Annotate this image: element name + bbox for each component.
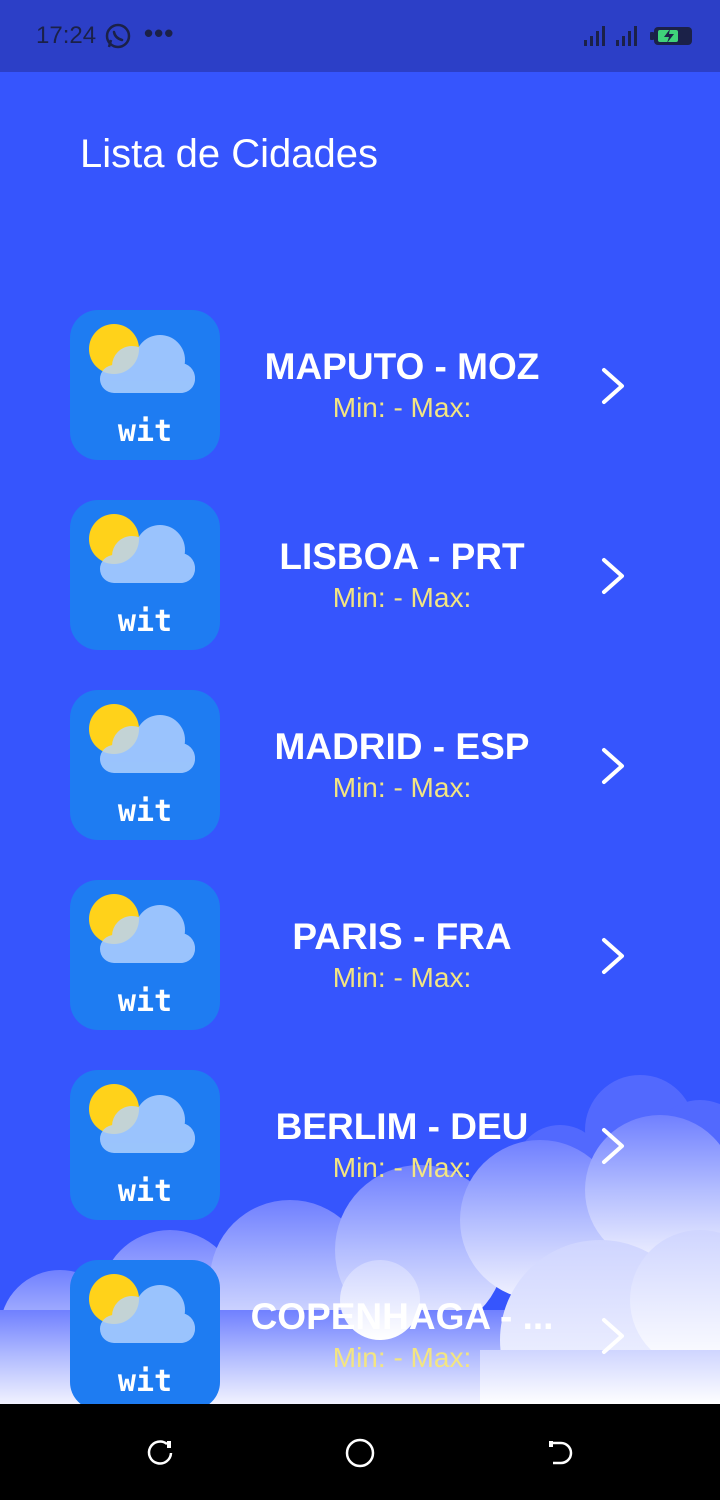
city-name: MAPUTO - MOZ [264,346,540,387]
city-name: COPENHAGA - ... [250,1296,554,1337]
city-temperature-range: Min: - Max: [332,1152,472,1183]
city-name: PARIS - FRA [292,916,512,957]
status-time: 17:24 [36,22,97,49]
app-icon-label: wit [118,1364,172,1399]
city-list-item[interactable]: wit COPENHAGA - ... Min: - Max: [0,1260,720,1404]
city-temperature-range: Min: - Max: [332,1342,472,1373]
city-name: LISBOA - PRT [279,536,525,577]
app-icon-label: wit [118,604,172,639]
weather-app-icon: wit [70,1260,220,1404]
sun-cloud-icon: wit [89,1084,195,1209]
home-icon[interactable] [345,1438,375,1468]
whatsapp-icon [105,23,131,49]
sun-cloud-icon: wit [89,704,195,829]
status-bar: 17:24 ••• [0,0,720,72]
sun-cloud-icon: wit [89,894,195,1019]
city-list-item[interactable]: wit MADRID - ESP Min: - Max: [0,690,720,840]
chevron-right-icon[interactable] [598,1316,628,1356]
city-list-item[interactable]: wit BERLIM - DEU Min: - Max: [0,1070,720,1220]
city-list-item[interactable]: wit PARIS - FRA Min: - Max: [0,880,720,1030]
app-icon-label: wit [118,1174,172,1209]
sun-cloud-icon: wit [89,1274,195,1399]
city-temperature-range: Min: - Max: [332,772,472,803]
city-name: BERLIM - DEU [275,1106,529,1147]
chevron-right-icon[interactable] [598,1126,628,1166]
sun-cloud-icon: wit [89,324,195,449]
app-icon-label: wit [118,794,172,829]
city-temperature-range: Min: - Max: [332,962,472,993]
back-icon[interactable] [545,1438,575,1468]
city-temperature-range: Min: - Max: [332,392,472,423]
city-list-item[interactable]: wit LISBOA - PRT Min: - Max: [0,500,720,650]
sun-cloud-icon: wit [89,514,195,639]
weather-app-icon: wit [70,880,220,1030]
weather-app-icon: wit [70,310,220,460]
city-name: MADRID - ESP [274,726,530,767]
chevron-right-icon[interactable] [598,556,628,596]
chevron-right-icon[interactable] [598,746,628,786]
signal-icon [584,26,605,46]
chevron-right-icon[interactable] [598,366,628,406]
app-icon-label: wit [118,984,172,1019]
recent-apps-icon[interactable] [145,1438,175,1468]
weather-app-icon: wit [70,1070,220,1220]
city-list-item[interactable]: wit MAPUTO - MOZ Min: - Max: [0,310,720,460]
app-icon-label: wit [118,414,172,449]
page-title: Lista de Cidades [80,132,378,176]
battery-charging-icon [650,27,692,45]
signal-icon [616,26,637,46]
city-temperature-range: Min: - Max: [332,582,472,613]
chevron-right-icon[interactable] [598,936,628,976]
weather-app-icon: wit [70,690,220,840]
weather-app-icon: wit [70,500,220,650]
more-dots-icon: ••• [144,18,175,48]
navigation-bar [0,1404,720,1500]
city-list: wit MAPUTO - MOZ Min: - Max: wit LISBOA - PR… [0,310,720,1404]
